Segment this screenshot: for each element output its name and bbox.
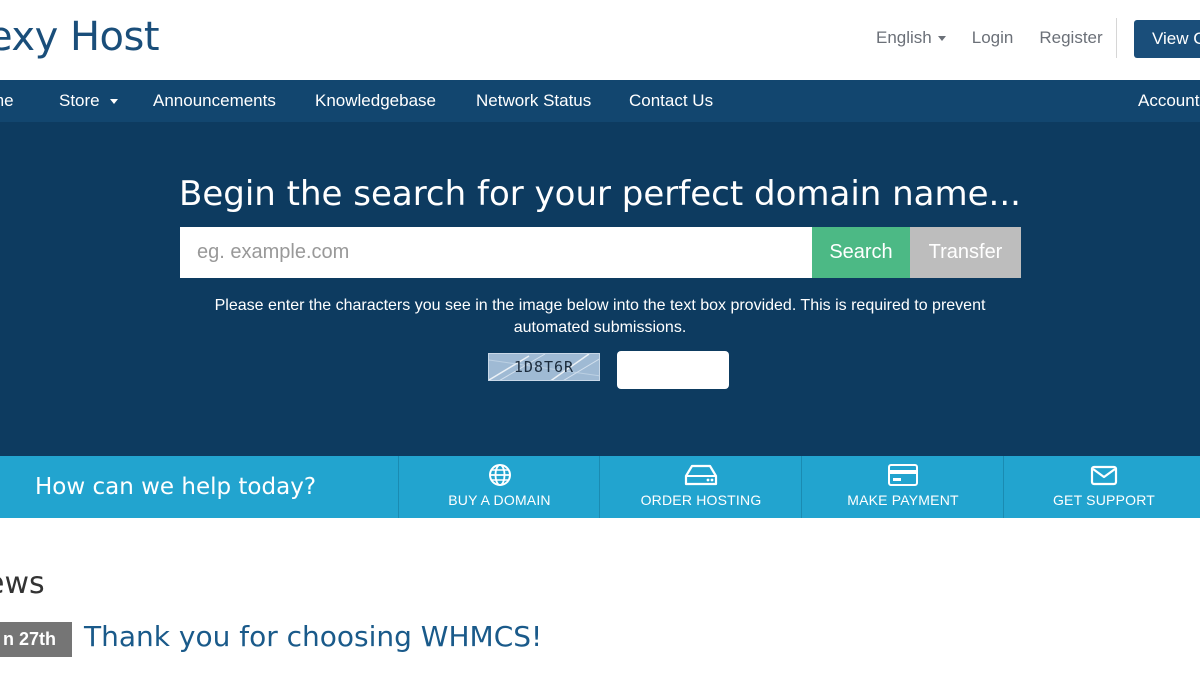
globe-icon <box>399 463 600 487</box>
help-item-label: BUY A DOMAIN <box>448 492 551 508</box>
domain-search-hero: Begin the search for your perfect domain… <box>0 122 1200 456</box>
nav-item-label: Network Status <box>476 91 592 110</box>
help-item-label: ORDER HOSTING <box>640 492 762 508</box>
nav-item-announcements[interactable]: Announcements <box>153 80 276 122</box>
help-title: How can we help today? <box>35 474 317 500</box>
register-link[interactable]: Register <box>1039 28 1102 48</box>
help-item-label: GET SUPPORT <box>1052 492 1156 508</box>
news-heading: ews <box>0 566 45 601</box>
nav-item-label: Contact Us <box>629 91 714 110</box>
header-divider <box>1116 18 1117 58</box>
buy-domain-button[interactable]: BUY A DOMAIN <box>398 456 600 518</box>
server-icon <box>600 463 802 487</box>
site-logo[interactable]: exy Host <box>0 14 160 60</box>
search-button[interactable]: Search <box>812 227 910 278</box>
nav-item-account[interactable]: Account <box>1138 80 1199 122</box>
help-item-label: MAKE PAYMENT <box>847 492 959 508</box>
transfer-button[interactable]: Transfer <box>910 227 1021 278</box>
nav-item-knowledgebase[interactable]: Knowledgebase <box>315 80 436 122</box>
nav-item-label: Announcements <box>153 91 276 110</box>
chevron-down-icon <box>937 35 946 41</box>
captcha-input[interactable] <box>617 351 729 389</box>
get-support-button[interactable]: GET SUPPORT <box>1003 456 1200 518</box>
view-cart-button[interactable]: View C <box>1134 20 1200 58</box>
order-hosting-button[interactable]: ORDER HOSTING <box>599 456 802 518</box>
captcha-code: 1D8T6R <box>513 358 575 376</box>
nav-item-network-status[interactable]: Network Status <box>476 80 591 122</box>
nav-item-contact-us[interactable]: Contact Us <box>629 80 713 122</box>
help-bar: How can we help today? BUY A DOMAIN ORDE… <box>0 456 1200 518</box>
nav-item-label: Knowledgebase <box>315 91 436 110</box>
envelope-icon <box>1004 463 1200 487</box>
nav-item-home[interactable]: me <box>0 80 14 122</box>
top-links: English Login Register <box>876 28 1129 48</box>
captcha-instructions: Please enter the characters you see in t… <box>214 297 986 336</box>
nav-item-label: me <box>0 91 14 110</box>
credit-card-icon <box>802 463 1004 487</box>
hero-title: Begin the search for your perfect domain… <box>179 174 1021 214</box>
domain-search-input[interactable]: eg. example.com <box>180 227 812 278</box>
chevron-down-icon <box>109 98 118 104</box>
news-date-badge: n 27th <box>0 622 72 657</box>
login-link[interactable]: Login <box>972 28 1014 48</box>
nav-item-store[interactable]: Store <box>59 80 118 122</box>
main-nav: me Store Announcements Knowledgebase Net… <box>0 80 1200 122</box>
language-label: English <box>876 28 932 47</box>
nav-item-label: Account <box>1138 91 1200 110</box>
news-item-title[interactable]: Thank you for choosing WHMCS! <box>84 620 542 653</box>
captcha-image: 1D8T6R <box>488 353 600 381</box>
language-selector[interactable]: English <box>876 28 946 48</box>
nav-item-label: Store <box>59 91 100 110</box>
site-header: exy Host English Login Register View C <box>0 0 1200 80</box>
make-payment-button[interactable]: MAKE PAYMENT <box>801 456 1004 518</box>
